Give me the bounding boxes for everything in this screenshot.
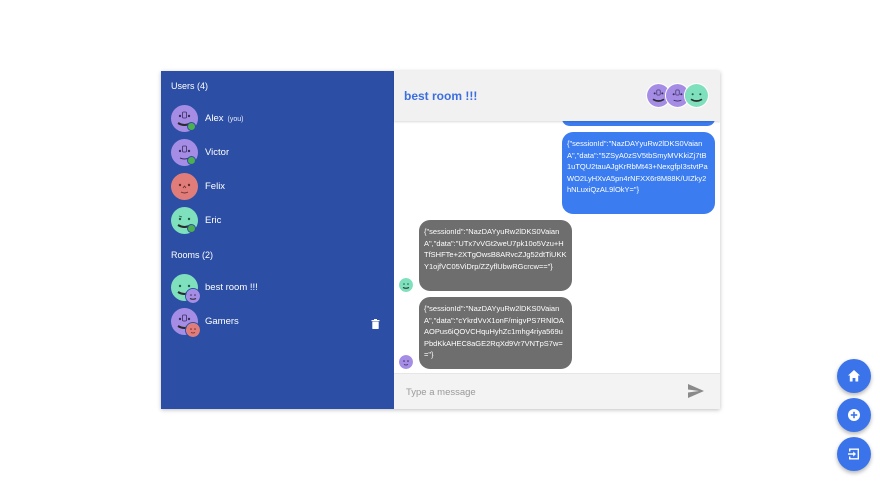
exit-icon <box>848 448 859 460</box>
users-section-title: Users (4) <box>171 81 209 91</box>
sidebar: Users (4) Alex (you) Victor Felix Eric R… <box>161 71 394 409</box>
member-avatar <box>185 288 201 304</box>
user-name: Felix <box>205 181 226 192</box>
room-item-gamers[interactable]: Gamers <box>161 306 394 340</box>
add-circle-icon <box>848 409 860 421</box>
chat-panel: best room !!! {"sessionId":"NazDAYyuRw2l… <box>394 71 720 409</box>
room-members[interactable] <box>646 83 710 108</box>
message-bubble-partial <box>562 121 715 126</box>
user-item-felix[interactable]: Felix <box>161 171 394 205</box>
message-input[interactable] <box>404 383 668 401</box>
home-icon <box>848 370 860 382</box>
sender-avatar <box>399 278 413 292</box>
online-indicator <box>187 156 196 165</box>
online-indicator <box>187 122 196 131</box>
message-bubble-incoming: {"sessionId":"NazDAYyuRw2lDKS0VaianA","d… <box>419 297 572 369</box>
you-tag: (you) <box>227 116 244 123</box>
room-name: Gamers <box>205 316 239 327</box>
message-bubble-outgoing: {"sessionId":"NazDAYyuRw2lDKS0VaianA","d… <box>562 132 715 214</box>
chat-header: best room !!! <box>394 71 720 121</box>
user-name: Victor <box>205 147 230 158</box>
logout-button[interactable] <box>837 437 871 471</box>
send-icon[interactable] <box>688 384 704 398</box>
user-name: Eric <box>205 215 222 226</box>
room-title: best room !!! <box>404 89 478 103</box>
add-room-button[interactable] <box>837 398 871 432</box>
message-list[interactable]: {"sessionId":"NazDAYyuRw2lDKS0VaianA","d… <box>394 121 720 374</box>
sender-avatar <box>399 355 413 369</box>
member-avatar <box>185 322 201 338</box>
user-item-alex[interactable]: Alex (you) <box>161 103 394 137</box>
message-composer <box>394 373 720 409</box>
room-item-best-room[interactable]: best room !!! <box>161 272 394 306</box>
member-avatar <box>684 83 709 108</box>
home-button[interactable] <box>837 359 871 393</box>
user-item-victor[interactable]: Victor <box>161 137 394 171</box>
user-name: Alex <box>205 113 224 124</box>
chat-app-window: Users (4) Alex (you) Victor Felix Eric R… <box>161 71 720 409</box>
avatar <box>171 173 198 200</box>
delete-room-icon[interactable] <box>371 316 380 329</box>
rooms-section-title: Rooms (2) <box>171 250 214 260</box>
online-indicator <box>187 224 196 233</box>
message-bubble-incoming: {"sessionId":"NazDAYyuRw2lDKS0VaianA","d… <box>419 220 572 291</box>
room-name: best room !!! <box>205 282 258 293</box>
user-item-eric[interactable]: Eric <box>161 205 394 239</box>
